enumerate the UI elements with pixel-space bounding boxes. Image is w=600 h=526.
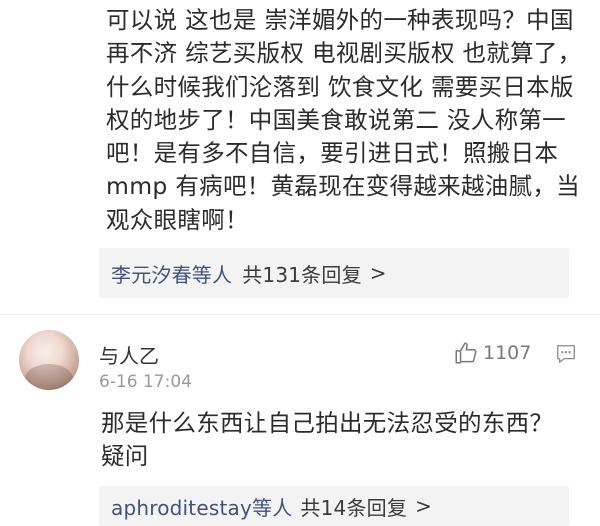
reply-count: 共14条回复	[300, 495, 408, 520]
comment-2-body: 那是什么东西让自己拍出无法忍受的东西？ 疑问	[101, 409, 554, 470]
comment-2-replies-link[interactable]: aphroditestay等人 共14条回复 >	[99, 486, 569, 526]
comment-2-username[interactable]: 与人乙	[99, 340, 159, 369]
avatar[interactable]	[19, 330, 79, 390]
chevron-right-icon: >	[369, 261, 387, 285]
comment-1-replies-link[interactable]: 李元汐春等人 共131条回复 >	[99, 248, 569, 298]
thumbs-up-icon	[453, 340, 479, 366]
comment-2-timestamp: 6-16 17:04	[99, 372, 192, 392]
comment-1-body: 可以说 这也是 崇洋媚外的一种表现吗？中国 再不济 综艺买版权 电视剧买版权 也…	[106, 6, 582, 234]
like-button[interactable]: 1107	[453, 340, 531, 366]
comment-divider	[0, 314, 600, 315]
reply-count: 共131条回复	[242, 262, 362, 287]
reply-names: 李元汐春等人	[111, 262, 233, 287]
reply-names: aphroditestay等人	[111, 495, 293, 520]
like-count: 1107	[483, 342, 532, 364]
comment-bubble-icon[interactable]	[555, 343, 577, 369]
chevron-right-icon: >	[415, 494, 433, 518]
